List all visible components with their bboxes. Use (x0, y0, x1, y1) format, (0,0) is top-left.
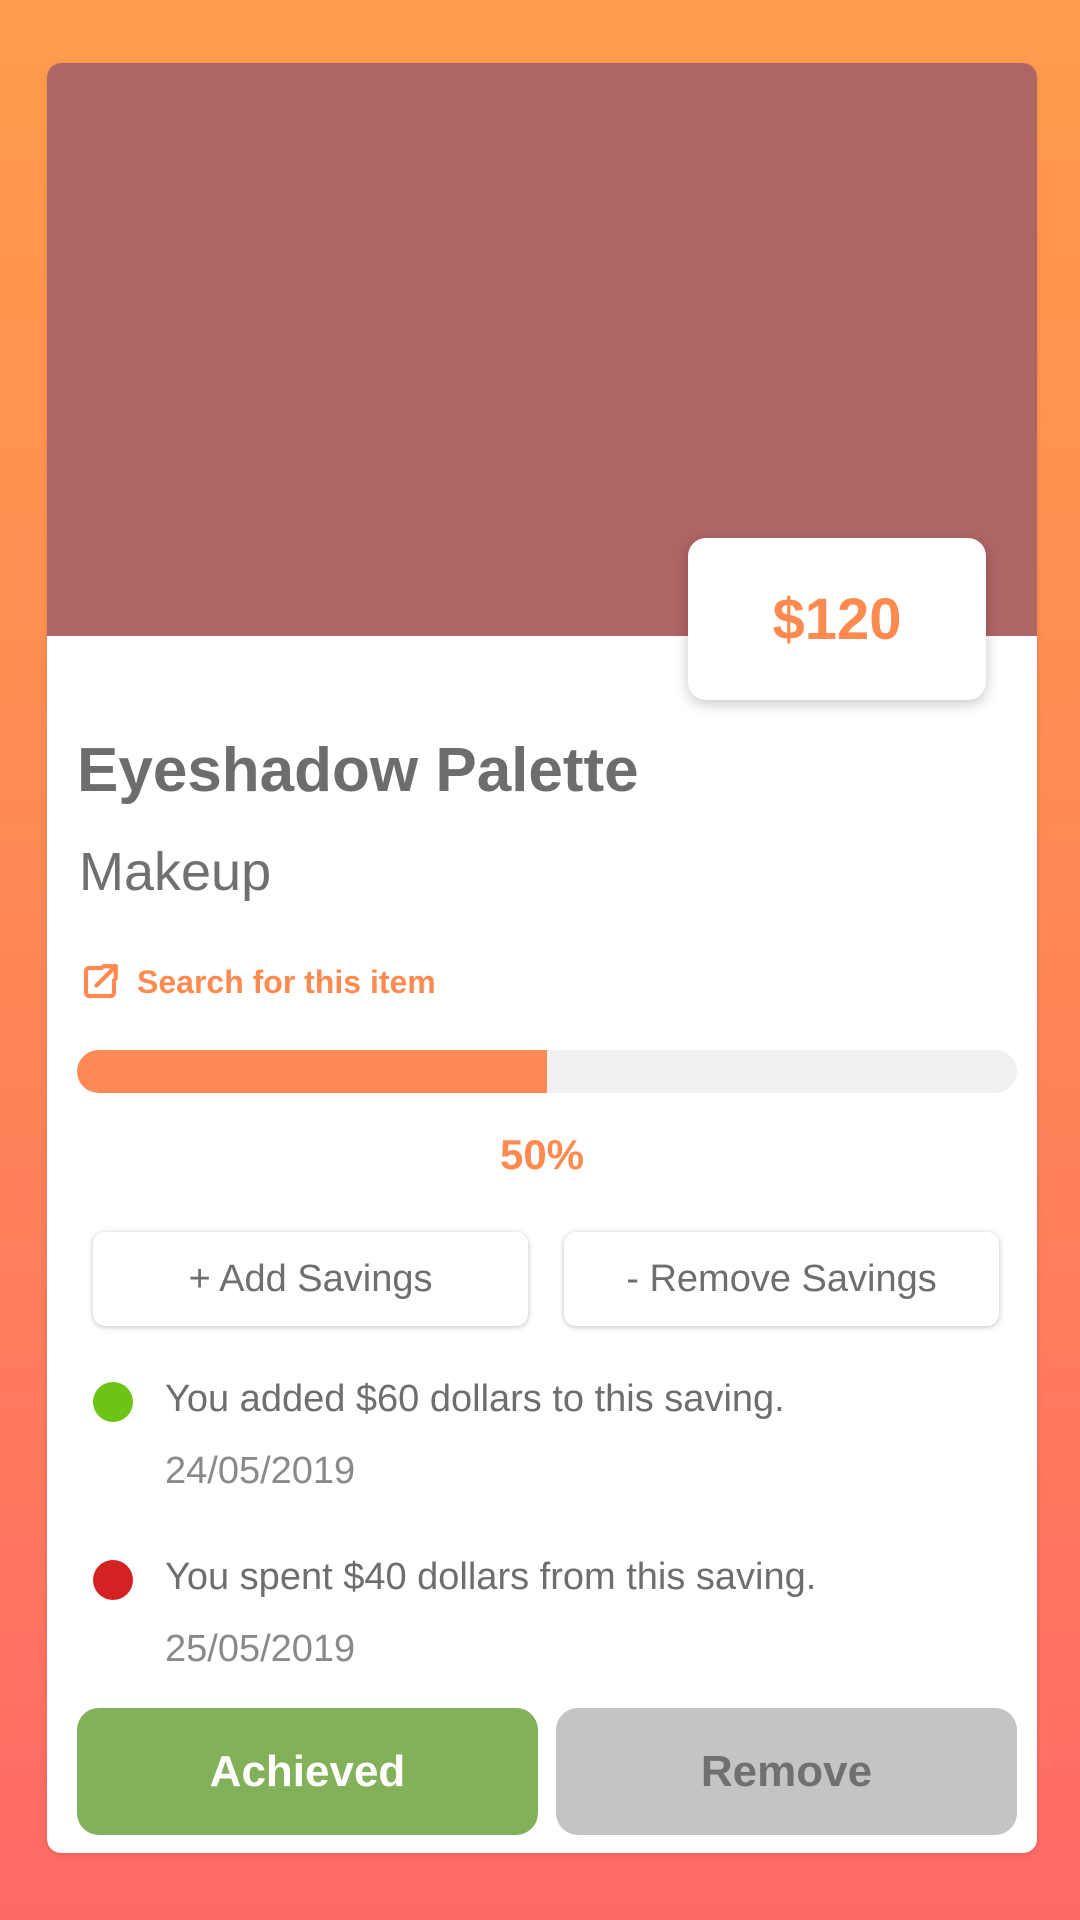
item-title: Eyeshadow Palette (77, 736, 639, 805)
savings-progress-bar (77, 1050, 1017, 1093)
price-value: $120 (772, 586, 902, 652)
price-badge: $120 (688, 538, 986, 700)
external-link-icon (79, 961, 121, 1003)
history-text: You added $60 dollars to this saving. (165, 1378, 785, 1420)
history-text: You spent $40 dollars from this saving. (165, 1556, 817, 1598)
achieved-button[interactable]: Achieved (77, 1708, 538, 1835)
remove-button[interactable]: Remove (556, 1708, 1017, 1835)
remove-savings-button[interactable]: - Remove Savings (564, 1232, 999, 1326)
status-dot-spent (93, 1560, 133, 1600)
add-savings-button[interactable]: + Add Savings (93, 1232, 528, 1326)
status-dot-added (93, 1382, 133, 1422)
history-date: 25/05/2019 (165, 1628, 356, 1670)
search-item-link[interactable]: Search for this item (79, 961, 436, 1003)
savings-progress-percent: 50% (499, 1131, 585, 1178)
history-date: 24/05/2019 (165, 1450, 356, 1492)
item-category: Makeup (79, 842, 272, 902)
saving-card: $120 Eyeshadow Palette Makeup Search for… (47, 63, 1037, 1853)
savings-progress-fill (77, 1050, 547, 1093)
search-item-label: Search for this item (137, 963, 436, 1000)
